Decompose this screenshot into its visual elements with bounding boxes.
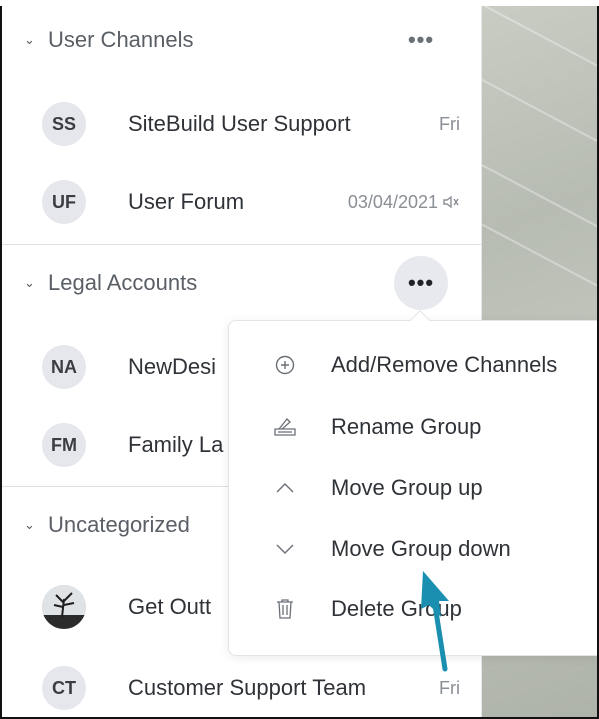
group-header-user-channels[interactable]: ⌄ User Channels ••• bbox=[2, 12, 482, 68]
group-context-menu: Add/Remove Channels Rename Group Move Gr… bbox=[228, 310, 599, 656]
group-name: Legal Accounts bbox=[48, 270, 198, 295]
group-name: Uncategorized bbox=[48, 512, 190, 537]
avatar: SS bbox=[42, 102, 86, 146]
channel-title: Customer Support Team bbox=[128, 675, 367, 700]
menu-item-rename-group[interactable]: Rename Group bbox=[229, 397, 599, 457]
menu-item-add-remove-channels[interactable]: Add/Remove Channels bbox=[229, 335, 599, 395]
channel-title: Get Outt bbox=[128, 594, 212, 619]
channel-date: Fri bbox=[439, 113, 460, 134]
avatar: FM bbox=[42, 423, 86, 467]
channel-row[interactable]: CT Customer Support Team Fri bbox=[2, 656, 482, 719]
chevron-down-icon: ⌄ bbox=[24, 275, 35, 290]
avatar: UF bbox=[42, 180, 86, 224]
group-more-button[interactable]: ••• bbox=[394, 256, 448, 310]
channel-date: Fri bbox=[439, 677, 460, 698]
group-name: User Channels bbox=[48, 27, 194, 52]
chevron-down-icon bbox=[273, 537, 297, 561]
channel-date: 03/04/2021 bbox=[348, 192, 460, 213]
chevron-up-icon bbox=[273, 476, 297, 500]
group-header-legal-accounts[interactable]: ⌄ Legal Accounts ••• bbox=[2, 255, 482, 311]
group-divider bbox=[2, 244, 482, 245]
chevron-down-icon: ⌄ bbox=[24, 32, 35, 47]
channel-title: NewDesi bbox=[128, 354, 217, 379]
tree-photo-icon bbox=[42, 585, 86, 629]
avatar bbox=[42, 585, 86, 629]
plus-circle-icon bbox=[273, 353, 297, 377]
channel-row[interactable]: SS SiteBuild User Support Fri bbox=[2, 92, 482, 156]
channel-title: SiteBuild User Support bbox=[128, 111, 351, 136]
group-more-button[interactable]: ••• bbox=[394, 13, 448, 67]
trash-icon bbox=[273, 597, 297, 621]
channel-title: User Forum bbox=[128, 189, 245, 214]
avatar: NA bbox=[42, 345, 86, 389]
menu-item-move-group-up[interactable]: Move Group up bbox=[229, 458, 599, 518]
chevron-down-icon: ⌄ bbox=[24, 517, 35, 532]
menu-item-move-group-down[interactable]: Move Group down bbox=[229, 519, 599, 579]
channel-title: Family La bbox=[128, 432, 224, 457]
avatar: CT bbox=[42, 666, 86, 710]
muted-icon bbox=[443, 195, 459, 209]
rename-icon bbox=[273, 415, 297, 439]
channel-row[interactable]: UF User Forum 03/04/2021 bbox=[2, 170, 482, 234]
menu-item-delete-group[interactable]: Delete Group bbox=[229, 579, 599, 639]
